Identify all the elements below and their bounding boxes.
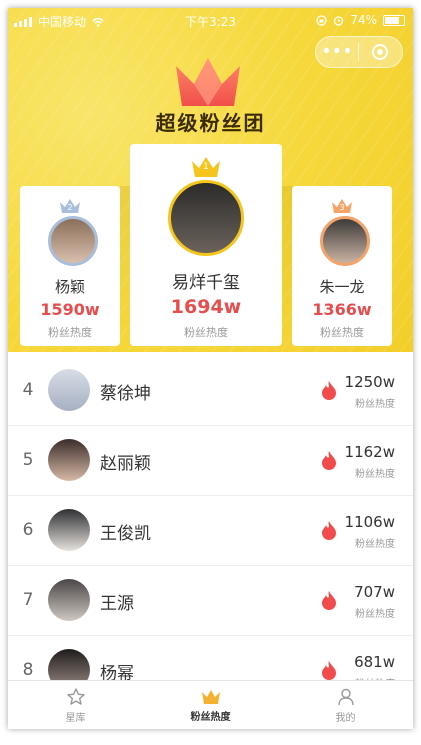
heat-label: 粉丝热度 <box>355 539 395 550</box>
heat-label: 粉丝热度 <box>355 399 395 410</box>
heat-label: 粉丝热度 <box>48 326 92 339</box>
heat-label: 粉丝热度 <box>320 326 364 339</box>
user-icon <box>337 688 354 705</box>
flame-icon <box>322 381 336 400</box>
rank-number: 7 <box>22 590 34 610</box>
avatar <box>48 509 90 551</box>
heat-label: 粉丝热度 <box>355 609 395 620</box>
heat-value: 1694w <box>170 296 242 318</box>
tab-mine[interactable]: 我的 <box>278 681 413 729</box>
list-item[interactable]: 7 王源 707w 粉丝热度 <box>8 566 413 636</box>
battery-icon <box>383 14 405 26</box>
idol-name: 杨颖 <box>54 278 85 296</box>
flame-icon <box>322 591 336 610</box>
flame-icon <box>322 661 336 680</box>
star-icon <box>66 687 85 705</box>
ranking-list: 4 蔡徐坤 1250w 粉丝热度 5 赵丽颖 1162w 粉丝热度 6 王俊凯 … <box>8 356 413 706</box>
page-title: 超级粉丝团 <box>155 111 266 135</box>
avatar <box>168 180 244 256</box>
rank-number: 4 <box>22 380 34 400</box>
heat-value: 707w <box>354 583 395 601</box>
avatar <box>320 216 370 266</box>
rank-badge: 1 <box>203 162 209 172</box>
heat-value: 1162w <box>344 443 395 461</box>
rank-badge: 3 <box>339 203 345 212</box>
lock-rotation-icon <box>316 14 327 26</box>
avatar <box>48 369 90 411</box>
podium-card-rank-3[interactable]: 3 朱一龙 1366w 粉丝热度 <box>292 186 392 346</box>
heat-value: 681w <box>354 653 395 671</box>
battery-percent: 74% <box>350 13 377 27</box>
list-item[interactable]: 4 蔡徐坤 1250w 粉丝热度 <box>8 356 413 426</box>
heat-value: 1250w <box>344 373 395 391</box>
rank-badge: 2 <box>67 203 73 212</box>
avatar <box>48 579 90 621</box>
tab-bar: 星库 粉丝热度 我的 <box>8 680 413 729</box>
heat-label: 粉丝热度 <box>355 469 395 480</box>
more-icon[interactable]: ••• <box>316 37 358 67</box>
rank-number: 8 <box>22 660 34 680</box>
heat-value: 1366w <box>312 300 372 319</box>
heat-label: 粉丝热度 <box>184 326 228 339</box>
idol-name: 赵丽颖 <box>100 454 151 474</box>
avatar <box>48 216 98 266</box>
tab-label: 粉丝热度 <box>190 711 231 723</box>
idol-name: 蔡徐坤 <box>100 384 151 404</box>
miniprogram-capsule: ••• <box>315 36 403 68</box>
idol-name: 王源 <box>100 594 134 614</box>
idol-name: 王俊凯 <box>100 524 151 544</box>
heat-value: 1590w <box>40 300 100 319</box>
rank-number: 6 <box>22 520 34 540</box>
tab-label: 星库 <box>65 712 86 724</box>
flame-icon <box>322 451 336 470</box>
tab-star-library[interactable]: 星库 <box>8 681 143 729</box>
flame-icon <box>322 521 336 540</box>
header-banner: 中国移动 下午3:23 74% ••• 超级粉丝团 2 杨颖 1590w 粉丝热… <box>8 8 413 352</box>
podium-card-rank-2[interactable]: 2 杨颖 1590w 粉丝热度 <box>20 186 120 346</box>
close-miniprogram-icon[interactable] <box>359 44 401 60</box>
idol-name: 易烊千玺 <box>172 273 240 293</box>
list-item[interactable]: 6 王俊凯 1106w 粉丝热度 <box>8 496 413 566</box>
alarm-icon <box>334 15 344 26</box>
rank-number: 5 <box>22 450 34 470</box>
crown-logo-icon <box>176 58 240 106</box>
tab-fan-heat[interactable]: 粉丝热度 <box>143 681 278 729</box>
crown-icon <box>201 689 220 704</box>
status-bar: 中国移动 下午3:23 74% <box>8 8 413 34</box>
tab-label: 我的 <box>335 712 356 724</box>
list-item[interactable]: 5 赵丽颖 1162w 粉丝热度 <box>8 426 413 496</box>
idol-name: 朱一龙 <box>319 278 365 296</box>
heat-value: 1106w <box>344 513 395 531</box>
avatar <box>48 439 90 481</box>
phone-frame: 中国移动 下午3:23 74% ••• 超级粉丝团 2 杨颖 1590w 粉丝热… <box>8 8 413 729</box>
podium-card-rank-1[interactable]: 1 易烊千玺 1694w 粉丝热度 <box>130 144 282 346</box>
